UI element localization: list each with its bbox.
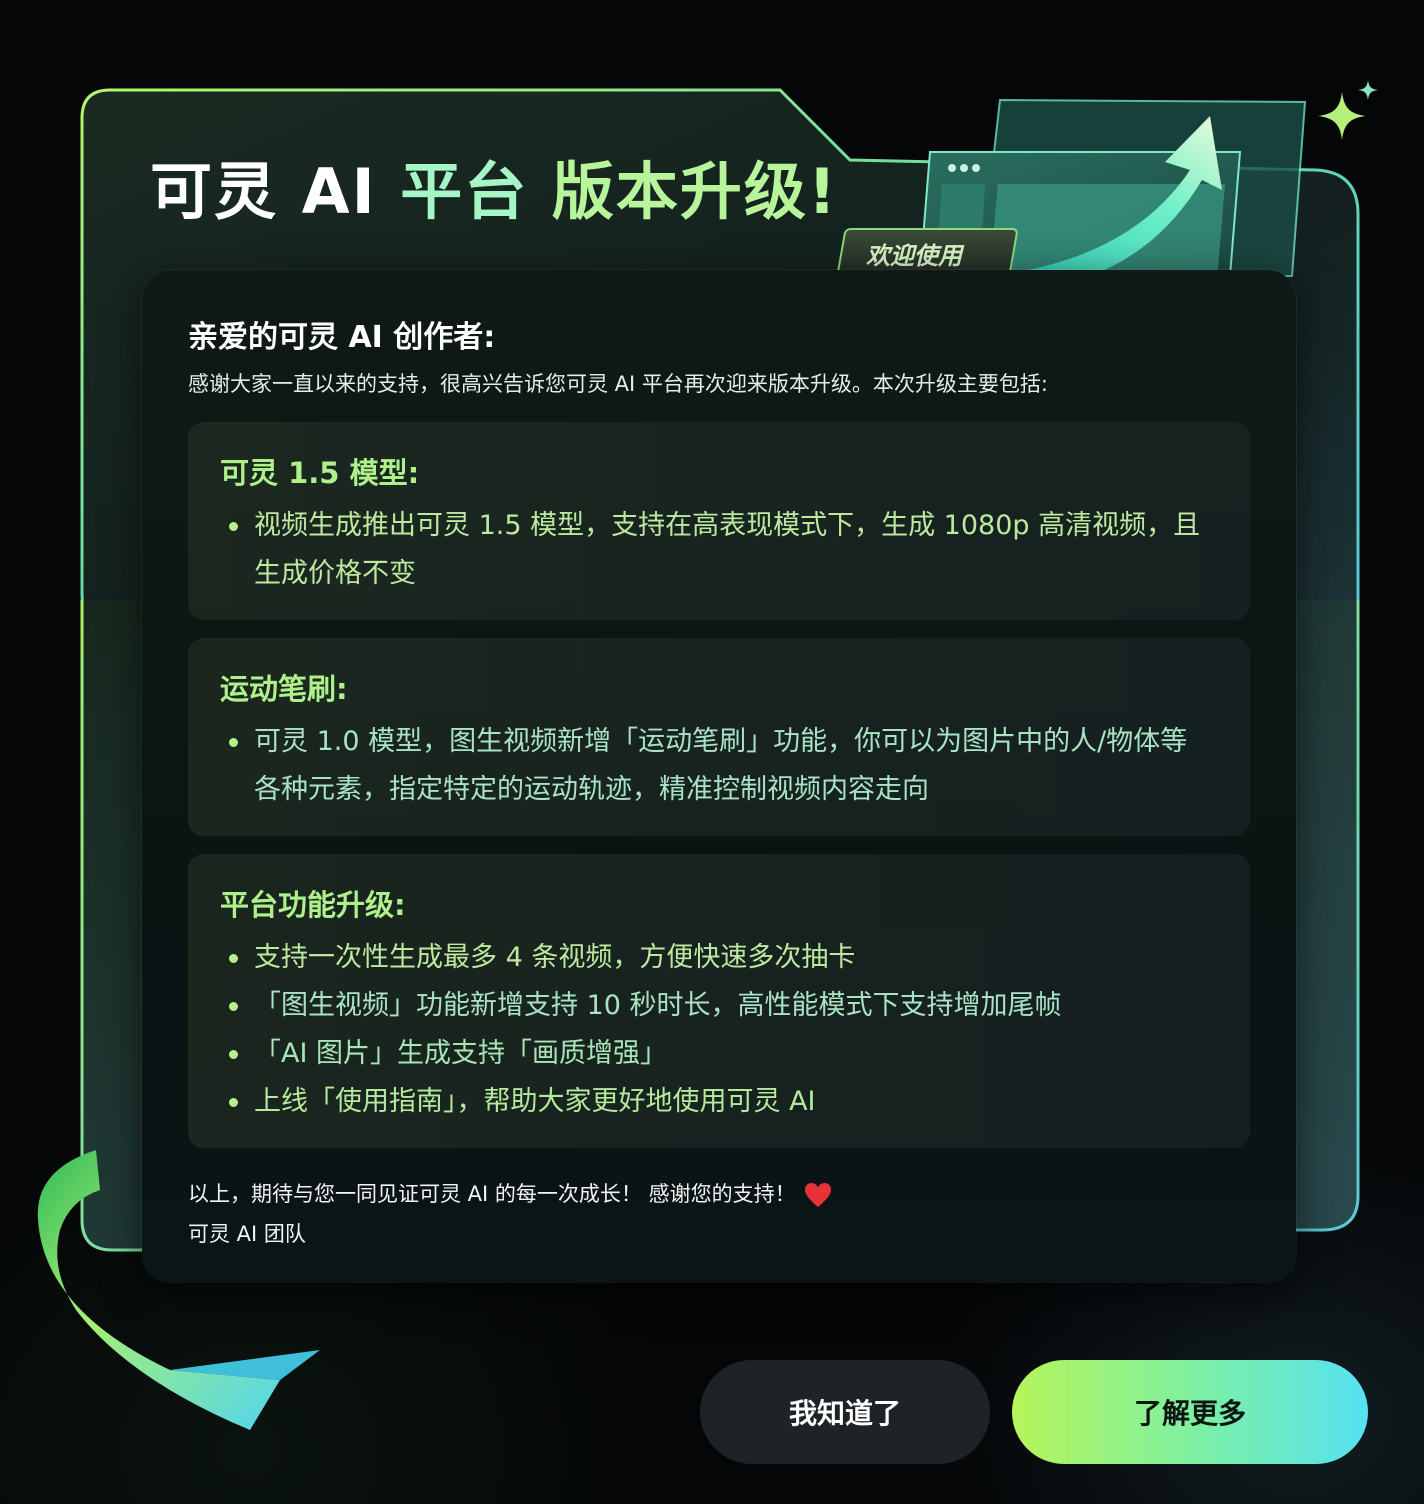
heart-icon xyxy=(804,1183,831,1207)
intro-text: 感谢大家一直以来的支持，很高兴告诉您可灵 AI 平台再次迎来版本升级。本次升级主… xyxy=(188,372,1048,396)
section-motion-brush: 运动笔刷: 可灵 1.0 模型，图生视频新增「运动笔刷」功能，你可以为图片中的人… xyxy=(188,638,1250,836)
sparkle-small-icon xyxy=(1358,80,1378,100)
got-it-button[interactable]: 我知道了 xyxy=(700,1360,990,1464)
bullet-dot xyxy=(229,522,238,531)
signature: 可灵 AI 团队 xyxy=(188,1222,306,1246)
list-item-text: 可灵 1.0 模型，图生视频新增「运动笔刷」功能，你可以为图片中的人/物体等 xyxy=(254,726,1188,757)
bullet-dot xyxy=(229,1002,238,1011)
list-item: 上线「使用指南」，帮助大家更好地使用可灵 AI xyxy=(220,1078,1062,1126)
page-title: 可灵 AI 平台 版本升级! xyxy=(150,152,838,232)
list-item-text: 生成价格不变 xyxy=(254,558,416,589)
section-title: 可灵 1.5 模型: xyxy=(220,456,420,490)
bullet-list: 支持一次性生成最多 4 条视频，方便快速多次抽卡 「图生视频」功能新增支持 10… xyxy=(220,934,1062,1126)
list-item-text: 各种元素，指定特定的运动轨迹，精准控制视频内容走向 xyxy=(254,774,929,805)
bullet-list: 视频生成推出可灵 1.5 模型，支持在高表现模式下，生成 1080p 高清视频，… xyxy=(220,502,1200,598)
section-platform-upgrade: 平台功能升级: 支持一次性生成最多 4 条视频，方便快速多次抽卡 「图生视频」功… xyxy=(188,854,1250,1148)
bullet-dot xyxy=(229,954,238,963)
list-item: 支持一次性生成最多 4 条视频，方便快速多次抽卡 xyxy=(220,934,1062,982)
list-item-text: 「AI 图片」生成支持「画质增强」 xyxy=(254,1038,668,1069)
list-item: 「图生视频」功能新增支持 10 秒时长，高性能模式下支持增加尾帧 xyxy=(220,982,1062,1030)
list-item: 视频生成推出可灵 1.5 模型，支持在高表现模式下，生成 1080p 高清视频，… xyxy=(220,502,1200,550)
list-item: 可灵 1.0 模型，图生视频新增「运动笔刷」功能，你可以为图片中的人/物体等 xyxy=(220,718,1187,766)
list-item-text: 视频生成推出可灵 1.5 模型，支持在高表现模式下，生成 1080p 高清视频，… xyxy=(254,510,1201,541)
closing-text: 以上，期待与您一同见证可灵 AI 的每一次成长！ 感谢您的支持！ xyxy=(188,1178,832,1208)
list-item-text: 「图生视频」功能新增支持 10 秒时长，高性能模式下支持增加尾帧 xyxy=(254,990,1062,1021)
title-brand: 可灵 AI xyxy=(150,155,377,228)
bullet-dot xyxy=(229,738,238,747)
bullet-dot xyxy=(229,1050,238,1059)
title-upgrade: 版本升级! xyxy=(551,155,839,228)
learn-more-button[interactable]: 了解更多 xyxy=(1012,1360,1368,1464)
section-model-1-5: 可灵 1.5 模型: 视频生成推出可灵 1.5 模型，支持在高表现模式下，生成 … xyxy=(188,422,1250,620)
list-item: 「AI 图片」生成支持「画质增强」 xyxy=(220,1030,1062,1078)
welcome-tag-label: 欢迎使用 xyxy=(866,242,962,270)
bullet-dot xyxy=(229,1098,238,1107)
section-title: 平台功能升级: xyxy=(220,888,406,922)
closing-text-content: 以上，期待与您一同见证可灵 AI 的每一次成长！ 感谢您的支持！ xyxy=(188,1182,796,1206)
list-item-continuation: 生成价格不变 xyxy=(220,550,1200,598)
list-item-text: 上线「使用指南」，帮助大家更好地使用可灵 AI xyxy=(254,1086,816,1117)
list-item-continuation: 各种元素，指定特定的运动轨迹，精准控制视频内容走向 xyxy=(220,766,1187,814)
greeting: 亲爱的可灵 AI 创作者: xyxy=(188,320,496,355)
bullet-list: 可灵 1.0 模型，图生视频新增「运动笔刷」功能，你可以为图片中的人/物体等 各… xyxy=(220,718,1187,814)
list-item-text: 支持一次性生成最多 4 条视频，方便快速多次抽卡 xyxy=(254,942,856,973)
title-platform: 平台 xyxy=(400,155,529,228)
section-title: 运动笔刷: xyxy=(220,672,348,706)
